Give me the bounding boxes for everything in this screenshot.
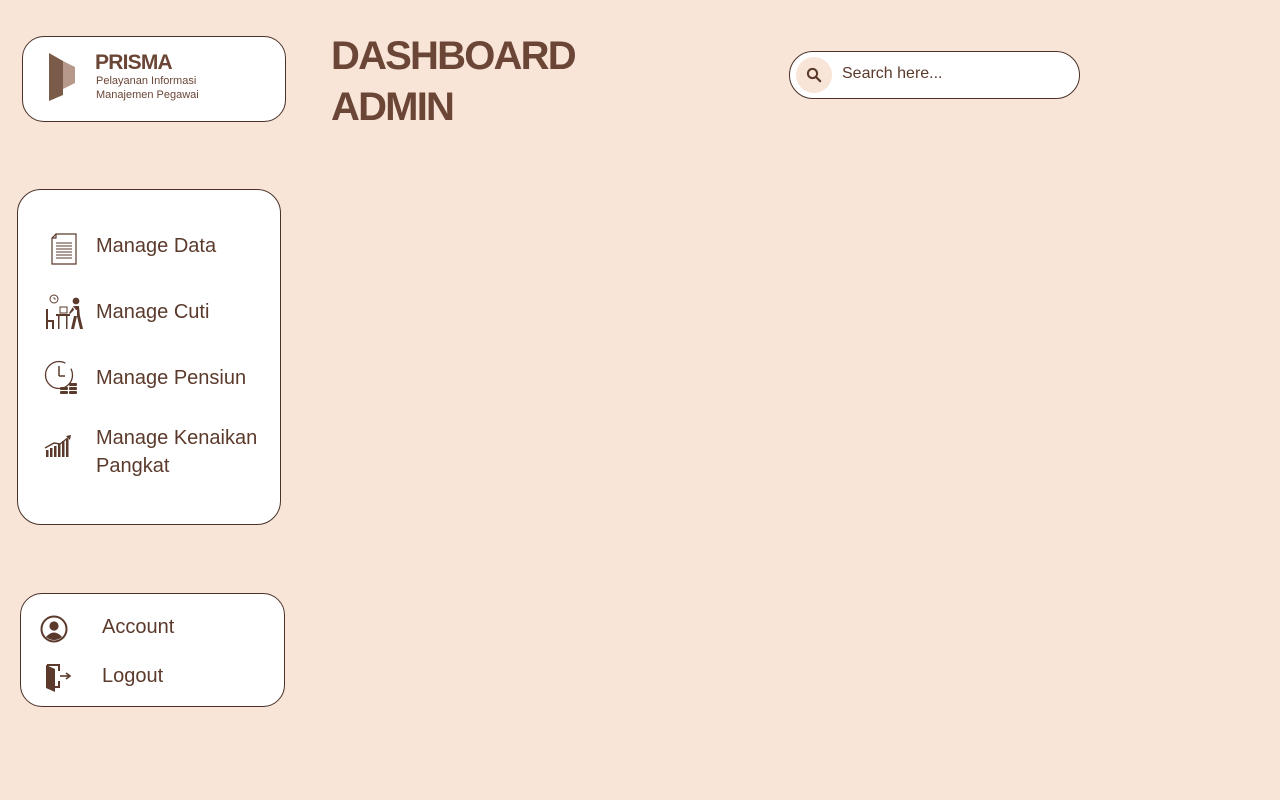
brand-subtitle-line2: Manajemen Pegawai [96,89,199,101]
search-button[interactable] [796,57,832,93]
sidebar-menu: Manage Data Manage Cuti Manage Pensiun M… [17,189,281,525]
logout-button[interactable]: Logout [21,661,284,701]
search-bar[interactable] [789,51,1080,99]
sidebar-item-label: Manage Data [96,235,217,257]
brand-card[interactable]: PRISMA Pelayanan Informasi Manajemen Peg… [22,36,286,122]
prisma-logo-icon [49,53,75,101]
sidebar-item-manage-data[interactable]: Manage Data [18,218,280,274]
sidebar-item-manage-kenaikan-pangkat[interactable]: Manage Kenaikan Pangkat [18,422,280,482]
document-icon [51,233,77,265]
sidebar-item-manage-cuti[interactable]: Manage Cuti [18,284,280,340]
search-icon [806,67,822,83]
logout-door-icon [46,664,72,692]
account-menu: Account Logout [20,593,285,707]
sidebar-item-label: Manage Pensiun [96,367,247,389]
account-button[interactable]: Account [21,612,284,652]
logout-label: Logout [102,665,164,687]
growth-chart-icon [44,435,71,457]
search-input[interactable] [842,60,1062,88]
brand-name: PRISMA [95,51,173,74]
page-title: DASHBOARD ADMIN [331,31,651,133]
sidebar-item-manage-pensiun[interactable]: Manage Pensiun [18,350,280,406]
account-label: Account [102,616,175,638]
user-circle-icon [40,615,68,643]
leave-icon [46,294,83,329]
page-title-line1: DASHBOARD [331,34,577,78]
pension-clock-icon [44,360,77,394]
sidebar-item-label-line1: Manage Kenaikan [96,427,258,449]
brand-subtitle-line1: Pelayanan Informasi [96,75,197,87]
page-title-line2: ADMIN [331,85,455,129]
sidebar-item-label-line2: Pangkat [96,455,170,477]
sidebar-item-label: Manage Cuti [96,301,210,323]
